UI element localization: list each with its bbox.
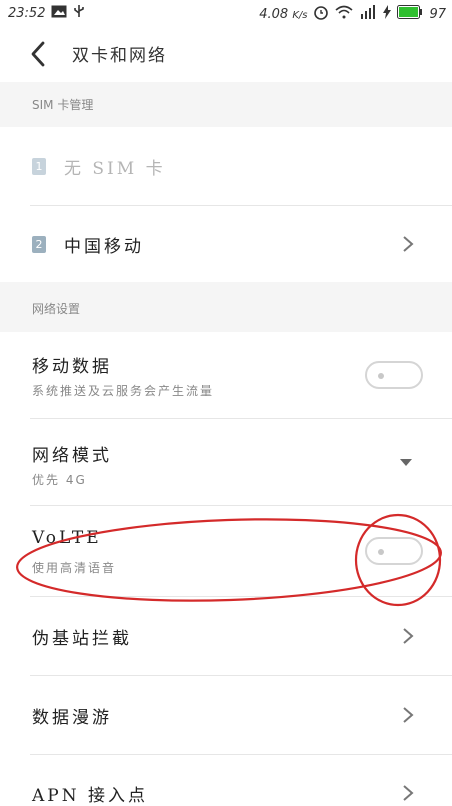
volte-sub: 使用高清语音 <box>32 561 117 575</box>
mobile-data-sub: 系统推送及云服务会产生流量 <box>32 384 215 398</box>
section-header-network: 网络设置 <box>0 282 452 332</box>
volte-row: VoLTE 使用高清语音 <box>0 506 452 596</box>
volte-toggle[interactable] <box>365 537 423 565</box>
charging-icon <box>383 5 392 23</box>
apn-label: APN 接入点 <box>32 786 148 806</box>
status-time: 23:52 <box>8 5 46 21</box>
mobile-data-row: 移动数据 系统推送及云服务会产生流量 <box>0 332 452 418</box>
section-header-network-label: 网络设置 <box>32 302 81 316</box>
volte-label: VoLTE <box>32 528 102 548</box>
battery-icon <box>397 5 423 23</box>
sim1-label: 无 SIM 卡 <box>64 159 166 179</box>
chevron-right-icon <box>403 236 414 252</box>
sim2-row[interactable]: 2 中国移动 <box>0 206 452 282</box>
network-speed-unit: K/s <box>292 9 308 21</box>
chevron-right-icon <box>403 628 414 644</box>
signal-4g-icon <box>359 5 377 23</box>
page-title: 双卡和网络 <box>72 46 167 66</box>
toggle-knob <box>378 373 384 379</box>
section-header-sim-label: SIM 卡管理 <box>32 98 94 112</box>
section-header-sim: SIM 卡管理 <box>0 82 452 127</box>
sim2-badge: 2 <box>32 236 46 253</box>
roaming-row[interactable]: 数据漫游 <box>0 676 452 754</box>
toggle-knob <box>378 549 384 555</box>
network-mode-row[interactable]: 网络模式 优先 4G <box>0 419 452 505</box>
network-speed: 4.08 K/s <box>259 6 308 22</box>
status-bar: 23:52 4.08 K/s 97 <box>0 0 452 26</box>
network-mode-label: 网络模式 <box>32 446 112 466</box>
chevron-right-icon <box>403 707 414 723</box>
fake-station-label: 伪基站拦截 <box>32 629 132 649</box>
battery-level: 97 <box>429 6 446 22</box>
sim1-row: 1 无 SIM 卡 <box>0 127 452 205</box>
fake-station-row[interactable]: 伪基站拦截 <box>0 597 452 675</box>
sim1-badge: 1 <box>32 158 46 175</box>
chevron-right-icon <box>403 785 414 801</box>
roaming-label: 数据漫游 <box>32 708 112 728</box>
network-mode-value: 优先 4G <box>32 473 87 487</box>
sim2-label: 中国移动 <box>64 237 144 257</box>
image-notification-icon <box>51 5 67 22</box>
back-arrow-icon <box>31 41 45 67</box>
usb-icon <box>73 4 85 22</box>
mobile-data-toggle[interactable] <box>365 361 423 389</box>
mobile-data-label: 移动数据 <box>32 357 112 377</box>
apn-row[interactable]: APN 接入点 <box>0 755 452 806</box>
dropdown-triangle-icon <box>400 459 412 466</box>
wifi-icon <box>335 5 353 23</box>
alarm-icon <box>313 4 329 24</box>
back-button[interactable] <box>28 40 52 68</box>
toolbar: 双卡和网络 <box>0 26 452 82</box>
